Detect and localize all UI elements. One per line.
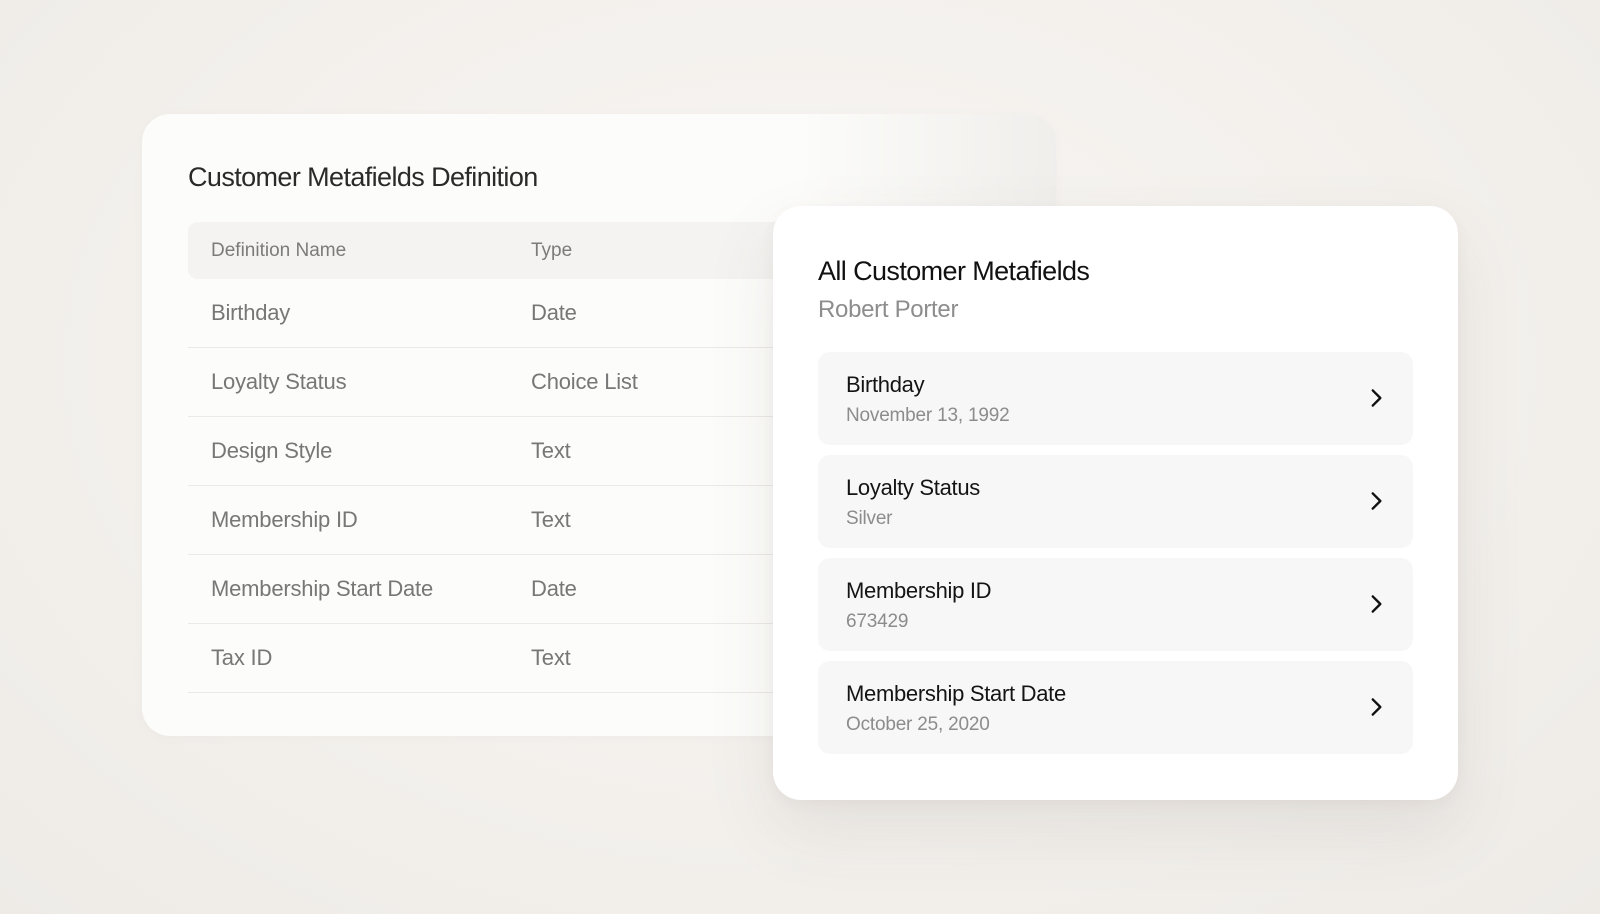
chevron-right-icon[interactable] (1363, 385, 1389, 411)
values-title: All Customer Metafields (818, 256, 1090, 286)
metafield-list: Birthday November 13, 1992 Loyalty Statu… (818, 352, 1413, 764)
definition-name-cell: Loyalty Status (211, 369, 347, 394)
metafield-value: October 25, 2020 (846, 714, 990, 735)
definition-name-cell: Tax ID (211, 645, 273, 670)
definition-name-cell: Design Style (211, 438, 333, 463)
metafield-label: Membership Start Date (846, 681, 1066, 706)
definition-name-cell: Membership Start Date (211, 576, 433, 601)
definition-name-cell: Birthday (211, 300, 291, 325)
chevron-right-icon[interactable] (1363, 694, 1389, 720)
metafield-item-birthday[interactable]: Birthday November 13, 1992 (818, 352, 1413, 445)
metafield-value: Silver (846, 508, 893, 529)
chevron-right-icon[interactable] (1363, 488, 1389, 514)
metafield-value: 673429 (846, 611, 909, 632)
customer-name: Robert Porter (818, 296, 959, 323)
metafield-item-membership-start-date[interactable]: Membership Start Date October 25, 2020 (818, 661, 1413, 754)
customer-metafields-card: All Customer Metafields Robert Porter Bi… (773, 206, 1458, 800)
metafield-item-membership-id[interactable]: Membership ID 673429 (818, 558, 1413, 651)
metafield-label: Birthday (846, 372, 925, 397)
metafield-item-loyalty-status[interactable]: Loyalty Status Silver (818, 455, 1413, 548)
metafield-label: Loyalty Status (846, 475, 980, 500)
metafield-value: November 13, 1992 (846, 405, 1010, 426)
definition-name-cell: Membership ID (211, 507, 358, 532)
metafield-label: Membership ID (846, 578, 992, 603)
definitions-title: Customer Metafields Definition (188, 162, 538, 192)
chevron-right-icon[interactable] (1363, 591, 1389, 617)
column-header-definition-name: Definition Name (211, 239, 347, 261)
